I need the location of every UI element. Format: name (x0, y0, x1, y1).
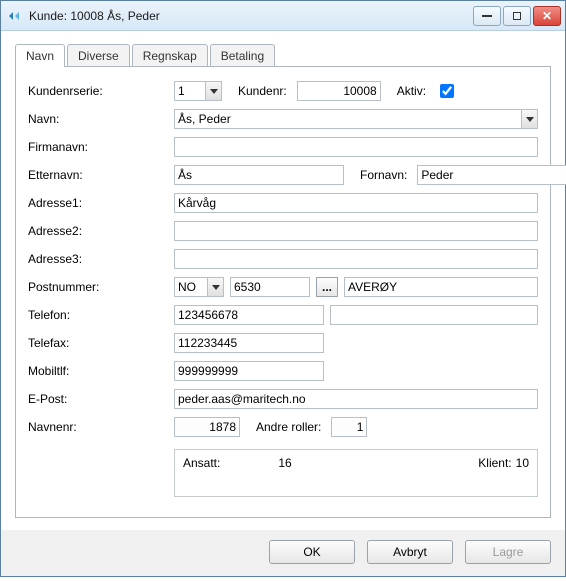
post-lookup-button[interactable]: ... (316, 277, 338, 297)
app-icon (7, 8, 23, 24)
window-buttons: ✕ (473, 6, 561, 26)
label-kundenrserie: Kundenrserie: (28, 84, 168, 98)
minimize-button[interactable] (473, 6, 501, 26)
tab-navn[interactable]: Navn (15, 44, 65, 67)
label-navn: Navn: (28, 112, 168, 126)
client-area: Navn Diverse Regnskap Betaling Kundenrse… (1, 31, 565, 530)
telefax-input[interactable] (174, 333, 324, 353)
telefon2-input[interactable] (330, 305, 538, 325)
lagre-button: Lagre (465, 540, 551, 564)
window: Kunde: 10008 Ås, Peder ✕ Navn Diverse Re… (0, 0, 566, 577)
tab-betaling[interactable]: Betaling (210, 44, 275, 67)
label-postnummer: Postnummer: (28, 280, 168, 294)
post-land-select[interactable] (174, 277, 224, 297)
epost-input[interactable] (174, 389, 538, 409)
ok-button[interactable]: OK (269, 540, 355, 564)
post-nr-input[interactable] (230, 277, 310, 297)
label-ansatt: Ansatt: (183, 456, 220, 470)
label-navnenr: Navnenr: (28, 420, 168, 434)
andre-roller-input (331, 417, 367, 437)
tabstrip: Navn Diverse Regnskap Betaling (15, 44, 551, 67)
close-icon: ✕ (542, 9, 552, 23)
aktiv-checkbox[interactable] (440, 84, 454, 98)
tab-diverse[interactable]: Diverse (67, 44, 130, 67)
fornavn-input[interactable] (417, 165, 566, 185)
label-telefon: Telefon: (28, 308, 168, 322)
label-adresse3: Adresse3: (28, 252, 168, 266)
chevron-down-icon[interactable] (207, 278, 223, 296)
label-etternavn: Etternavn: (28, 168, 168, 182)
navn-combo[interactable] (174, 109, 538, 129)
adresse1-input[interactable] (174, 193, 538, 213)
avbryt-button[interactable]: Avbryt (367, 540, 453, 564)
label-firmanavn: Firmanavn: (28, 140, 168, 154)
chevron-down-icon[interactable] (521, 110, 537, 128)
telefon-input[interactable] (174, 305, 324, 325)
post-sted-input[interactable] (344, 277, 538, 297)
label-epost: E-Post: (28, 392, 168, 406)
dialog-footer: OK Avbryt Lagre (1, 530, 565, 576)
chevron-down-icon[interactable] (205, 82, 221, 100)
roles-groupbox: Ansatt: 16 Klient: 10 (174, 449, 538, 497)
mobiltlf-input[interactable] (174, 361, 324, 381)
window-title: Kunde: 10008 Ås, Peder (29, 9, 473, 23)
adresse3-input[interactable] (174, 249, 538, 269)
label-aktiv: Aktiv: (397, 84, 426, 98)
maximize-button[interactable] (503, 6, 531, 26)
etternavn-input[interactable] (174, 165, 344, 185)
navnenr-input (174, 417, 240, 437)
close-button[interactable]: ✕ (533, 6, 561, 26)
label-kundenr: Kundenr: (238, 84, 287, 98)
label-fornavn: Fornavn: (360, 168, 407, 182)
label-telefax: Telefax: (28, 336, 168, 350)
titlebar: Kunde: 10008 Ås, Peder ✕ (1, 1, 565, 31)
klient-value: 10 (516, 456, 529, 470)
navn-input[interactable] (174, 109, 538, 129)
label-andre-roller: Andre roller: (256, 420, 321, 434)
adresse2-input[interactable] (174, 221, 538, 241)
maximize-icon (513, 12, 521, 20)
label-mobiltlf: Mobiltlf: (28, 364, 168, 378)
kundenr-input[interactable] (297, 81, 381, 101)
label-adresse1: Adresse1: (28, 196, 168, 210)
tab-regnskap[interactable]: Regnskap (132, 44, 208, 67)
minimize-icon (482, 15, 492, 17)
kundenrserie-select[interactable] (174, 81, 222, 101)
label-klient: Klient: (478, 456, 511, 470)
ansatt-value: 16 (278, 456, 291, 470)
firmanavn-input[interactable] (174, 137, 538, 157)
tabpanel-navn: Kundenrserie: Kundenr: Aktiv: Navn: (15, 66, 551, 518)
label-adresse2: Adresse2: (28, 224, 168, 238)
